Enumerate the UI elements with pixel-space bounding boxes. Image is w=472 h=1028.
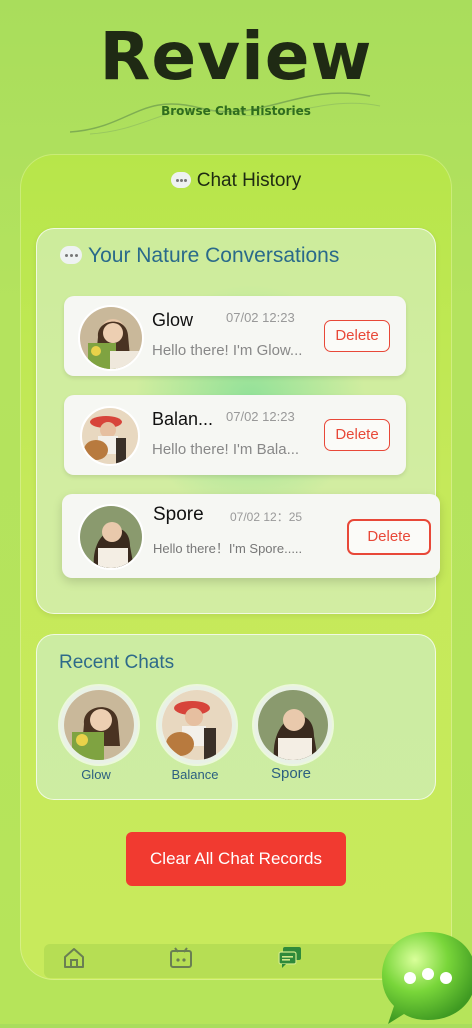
recent-name: Balance [171,767,219,782]
conversations-title: Your Nature Conversations [60,244,339,268]
page-subtitle: Browse Chat Histories [161,104,311,118]
clear-all-button[interactable]: Clear All Chat Records [126,832,346,886]
conversations-title-text: Your Nature Conversations [88,244,340,267]
home-icon[interactable] [62,946,86,970]
chat-bubble-icon [170,172,191,188]
panel-title-text: Chat History [196,170,302,191]
message-preview: Hello there! I'm Glow... [152,342,303,359]
delete-button[interactable]: Delete [324,419,390,451]
avatar [78,504,144,570]
message-preview: Hello there! I'm Bala... [152,441,300,458]
panel-title: Chat History [0,170,472,192]
recent-name: Glow [81,767,111,782]
chat-bubble-icon [60,246,82,264]
page-title: Review [99,18,373,95]
recent-avatar-balance[interactable] [158,686,236,764]
recent-name: Spore [270,765,312,782]
chat-history-icon[interactable] [277,944,303,970]
delete-button[interactable]: Delete [347,519,431,555]
tab-bar [44,944,428,978]
contact-name: Spore [153,504,204,525]
message-time: 07/02 12：25 [230,510,303,524]
avatar [80,406,140,466]
delete-button[interactable]: Delete [324,320,390,352]
message-time: 07/02 12:23 [226,409,295,424]
avatar [78,305,144,371]
message-time: 07/02 12:23 [226,310,295,325]
chat-fab-icon[interactable] [380,928,472,1028]
contact-name: Glow [152,310,194,330]
message-preview: Hello there！I'm Spore..... [153,541,303,556]
calendar-icon[interactable] [169,946,193,970]
recent-chats-title: Recent Chats [59,652,175,673]
recent-avatar-glow[interactable] [60,686,138,764]
contact-name: Balan... [152,409,214,429]
recent-avatar-spore[interactable] [254,686,332,764]
